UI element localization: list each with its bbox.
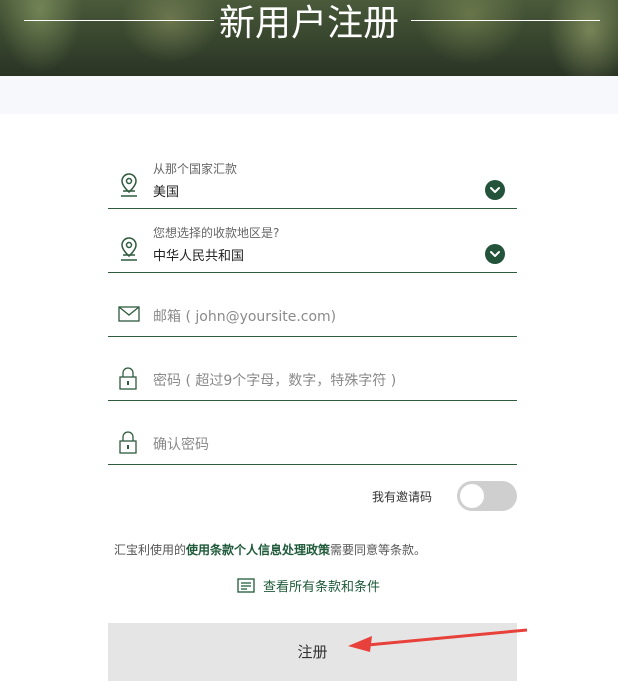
confirm-password-field[interactable]: 确认密码 bbox=[108, 422, 517, 465]
chevron-down-icon[interactable] bbox=[485, 180, 505, 200]
password-placeholder: 密码 ( 超过9个字母，数字，特殊字符 ) bbox=[153, 373, 397, 389]
lock-icon bbox=[118, 366, 138, 394]
receive-region-value: 中华人民共和国 bbox=[153, 249, 245, 264]
invite-code-label: 我有邀请码 bbox=[372, 490, 433, 504]
view-all-terms-label: 查看所有条款和条件 bbox=[263, 580, 381, 595]
document-icon bbox=[237, 578, 255, 598]
location-pin-icon bbox=[118, 172, 140, 202]
header-band bbox=[0, 76, 618, 114]
terms-prefix: 汇宝利使用的 bbox=[114, 543, 187, 557]
email-placeholder: 邮箱 ( john@yoursite.com) bbox=[153, 309, 337, 325]
mail-icon bbox=[118, 306, 140, 326]
toggle-knob bbox=[460, 484, 484, 508]
location-pin-icon bbox=[118, 236, 140, 266]
page-title: 新用户注册 bbox=[218, 3, 399, 44]
receive-region-label: 您想选择的收款地区是? bbox=[153, 226, 280, 240]
remit-country-select[interactable]: 从那个国家汇款 美国 bbox=[108, 150, 517, 209]
terms-of-use-link[interactable]: 使用条款 bbox=[186, 543, 234, 557]
chevron-down-icon[interactable] bbox=[485, 244, 505, 264]
remit-country-value: 美国 bbox=[153, 185, 180, 200]
privacy-policy-link[interactable]: 个人信息处理政策 bbox=[234, 543, 330, 557]
lock-icon bbox=[118, 430, 138, 458]
header-line-right bbox=[411, 20, 600, 21]
remit-country-label: 从那个国家汇款 bbox=[153, 162, 238, 176]
terms-notice: 汇宝利使用的使用条款个人信息处理政策需要同意等条款。 bbox=[114, 541, 426, 558]
header-banner: 新用户注册 bbox=[0, 0, 618, 76]
confirm-password-placeholder: 确认密码 bbox=[153, 437, 209, 453]
email-field[interactable]: 邮箱 ( john@yoursite.com) bbox=[108, 294, 517, 337]
invite-code-toggle[interactable] bbox=[457, 481, 517, 511]
password-field[interactable]: 密码 ( 超过9个字母，数字，特殊字符 ) bbox=[108, 358, 517, 401]
red-arrow-annotation bbox=[346, 628, 528, 658]
receive-region-select[interactable]: 您想选择的收款地区是? 中华人民共和国 bbox=[108, 214, 517, 273]
terms-suffix: 需要同意等条款。 bbox=[330, 543, 427, 557]
